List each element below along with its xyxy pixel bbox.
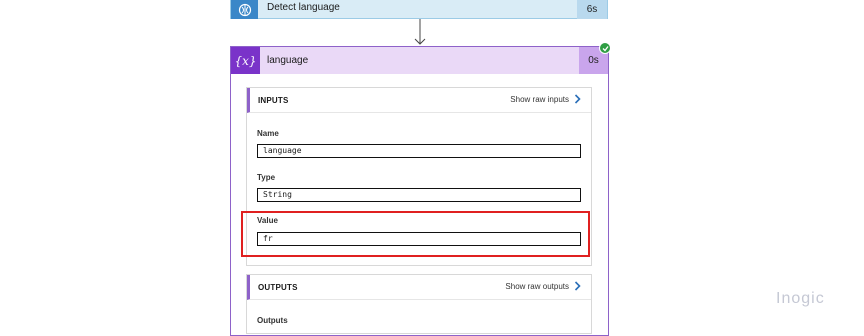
success-check-icon — [599, 42, 611, 54]
detect-language-duration: 6s — [577, 0, 607, 19]
outputs-section: OUTPUTS Show raw outputs Outputs — [246, 274, 592, 334]
flow-arrow-icon — [414, 19, 426, 45]
chevron-right-icon — [574, 94, 581, 104]
chevron-right-icon — [574, 281, 581, 291]
value-highlight-box — [241, 211, 590, 257]
variable-icon: {x} — [231, 47, 260, 74]
detect-language-title: Detect language — [267, 2, 340, 13]
type-field-value: String — [257, 188, 581, 202]
show-raw-inputs-link[interactable]: Show raw inputs — [510, 94, 581, 104]
action-title: language — [267, 55, 309, 66]
name-field-value: language — [257, 144, 581, 158]
outputs-header: OUTPUTS Show raw outputs — [247, 275, 591, 300]
name-field-label: Name — [257, 129, 279, 138]
cognitive-services-icon — [231, 0, 258, 19]
show-raw-outputs-link[interactable]: Show raw outputs — [505, 281, 581, 291]
action-header[interactable]: {x} language 0s — [231, 47, 608, 74]
detect-language-action-card[interactable]: Detect language 6s — [230, 0, 608, 19]
inputs-header: INPUTS Show raw inputs — [247, 88, 591, 113]
show-raw-outputs-label: Show raw outputs — [505, 281, 569, 291]
type-field-label: Type — [257, 173, 276, 182]
show-raw-inputs-label: Show raw inputs — [510, 94, 569, 104]
outputs-heading: OUTPUTS — [258, 283, 298, 292]
outputs-field-label: Outputs — [257, 316, 288, 325]
inogic-watermark-logo: Inogic — [776, 290, 825, 307]
inputs-heading: INPUTS — [258, 96, 289, 105]
